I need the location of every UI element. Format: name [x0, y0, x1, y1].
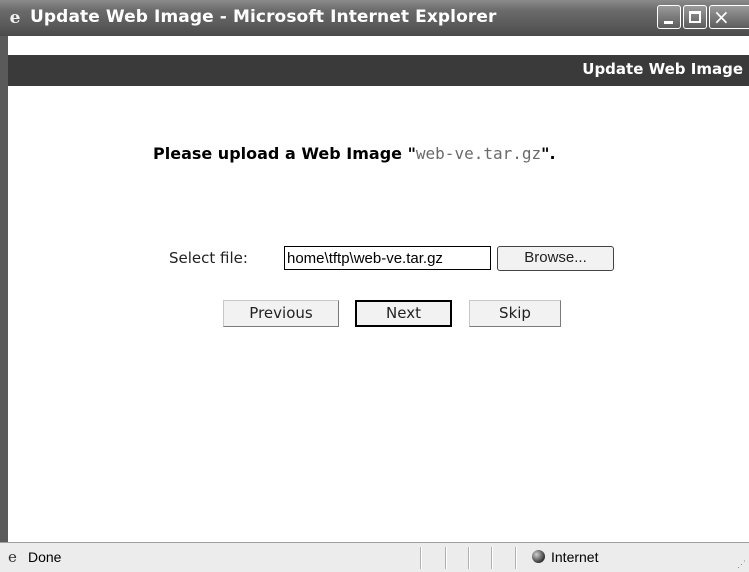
- page-title: Update Web Image: [582, 60, 743, 78]
- previous-button[interactable]: Previous: [223, 300, 339, 327]
- prompt-filename: web-ve.tar.gz: [415, 144, 542, 163]
- browse-button[interactable]: Browse...: [497, 246, 614, 271]
- select-file-label: Select file:: [169, 249, 248, 267]
- skip-button[interactable]: Skip: [469, 300, 561, 327]
- status-divider: [445, 547, 447, 569]
- next-button[interactable]: Next: [355, 300, 452, 327]
- internet-globe-icon: [532, 550, 545, 563]
- file-path-input[interactable]: [284, 246, 491, 270]
- status-divider: [420, 547, 422, 569]
- page-content: Please upload a Web Image "web-ve.tar.gz…: [0, 86, 749, 542]
- page-done-icon: e: [8, 548, 17, 566]
- status-divider: [515, 547, 517, 569]
- ie-page-icon: e: [9, 8, 21, 28]
- minimize-icon: [664, 21, 673, 24]
- upload-prompt: Please upload a Web Image "web-ve.tar.gz…: [153, 144, 556, 163]
- page-top-margin: [0, 36, 749, 55]
- prompt-suffix: ".: [541, 144, 556, 163]
- status-divider: [491, 547, 493, 569]
- window-title: Update Web Image - Microsoft Internet Ex…: [30, 7, 497, 27]
- close-icon: ×: [713, 5, 730, 29]
- security-zone-label: Internet: [551, 549, 599, 565]
- prompt-prefix: Please upload a Web Image ": [153, 144, 416, 163]
- close-button[interactable]: ×: [709, 5, 749, 29]
- minimize-button[interactable]: [657, 5, 681, 29]
- title-bar[interactable]: e Update Web Image - Microsoft Internet …: [0, 0, 749, 36]
- status-bar: e Done Internet ⋰: [0, 542, 749, 572]
- page-header: Update Web Image: [0, 55, 749, 86]
- browser-window: e Update Web Image - Microsoft Internet …: [0, 0, 749, 572]
- maximize-button[interactable]: [683, 5, 707, 29]
- status-divider: [468, 547, 470, 569]
- maximize-icon: [689, 11, 701, 23]
- status-text: Done: [28, 549, 62, 565]
- resize-grip-icon[interactable]: ⋰: [737, 560, 746, 569]
